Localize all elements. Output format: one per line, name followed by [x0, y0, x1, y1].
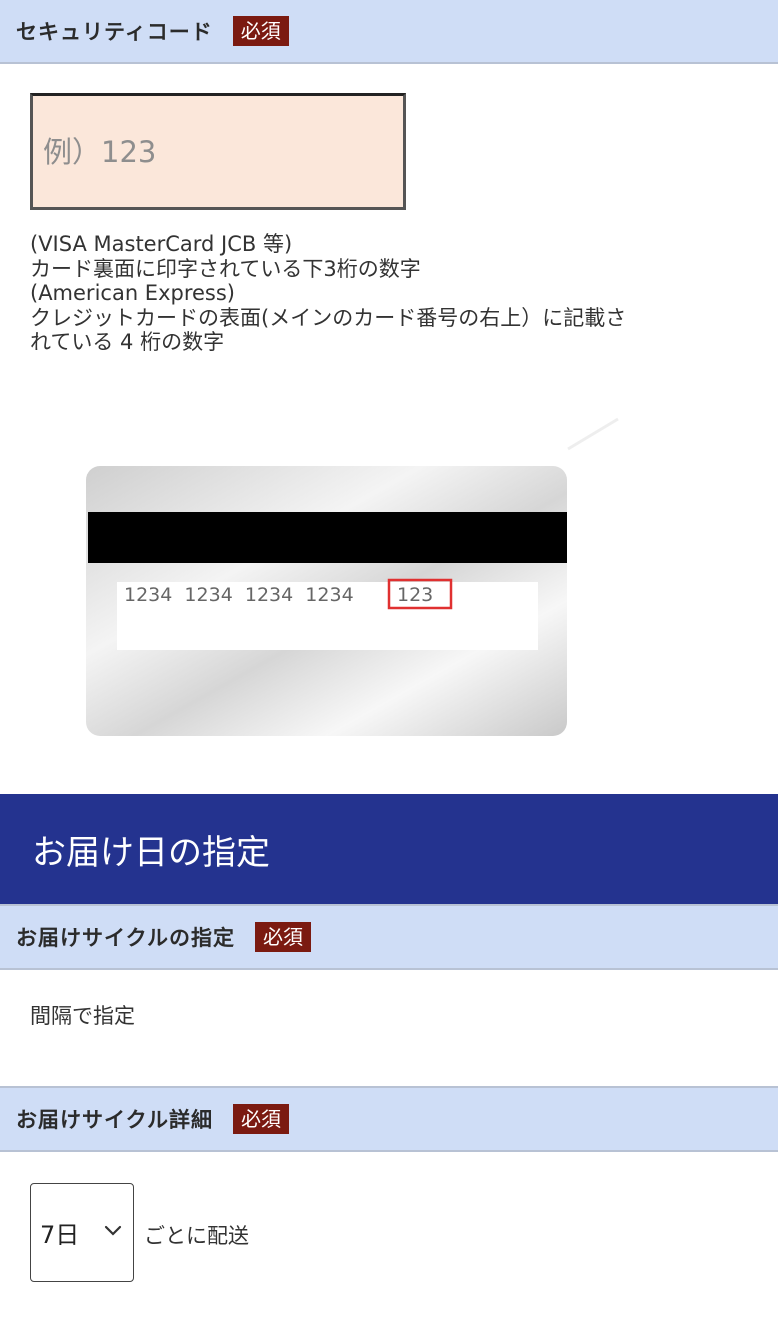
help-line-5: れている 4 桁の数字 [30, 330, 225, 354]
required-badge: 必須 [232, 1104, 289, 1134]
delivery-date-band: お届け日の指定 [0, 794, 778, 904]
security-code-title: セキュリティコード [16, 20, 213, 44]
delivery-cycle-detail-title: お届けサイクル詳細 [16, 1108, 213, 1132]
delivery-cycle-section: 間隔で指定 [0, 970, 778, 1086]
chevron-down-icon [104, 1225, 122, 1236]
security-code-help-text: (VISA MasterCard JCB 等) カード裏面に印字されている下3桁… [30, 232, 750, 355]
delivery-cycle-detail-header: お届けサイクル詳細 必須 [0, 1086, 778, 1152]
security-code-section: (VISA MasterCard JCB 等) カード裏面に印字されている下3桁… [0, 64, 778, 794]
security-code-input[interactable] [30, 93, 406, 210]
delivery-cycle-value: 間隔で指定 [30, 1004, 135, 1028]
required-badge: 必須 [254, 922, 311, 952]
delivery-interval-value: 7日 [40, 1221, 80, 1249]
delivery-interval-suffix: ごとに配送 [144, 1224, 249, 1248]
delivery-cycle-title: お届けサイクルの指定 [16, 926, 235, 950]
delivery-cycle-header: お届けサイクルの指定 必須 [0, 904, 778, 970]
credit-card-back-image: 1234 1234 1234 1234 123 [86, 417, 619, 736]
card-security-code-text: 123 [397, 584, 433, 606]
help-line-4: クレジットカードの表面(メインのカード番号の右上）に記載さ [30, 305, 627, 330]
magnetic-stripe [88, 512, 567, 563]
help-line-1: (VISA MasterCard JCB 等) [30, 232, 293, 256]
security-code-header: セキュリティコード 必須 [0, 0, 778, 64]
required-badge: 必須 [232, 16, 289, 46]
card-number-text: 1234 1234 1234 1234 [124, 584, 354, 606]
delivery-interval-select[interactable]: 7日 [30, 1183, 134, 1282]
help-line-3: (American Express) [30, 281, 235, 305]
delivery-date-title: お届け日の指定 [32, 832, 270, 873]
delivery-cycle-detail-section: 7日 ごとに配送 [0, 1152, 778, 1342]
card-back-illustration: 1234 1234 1234 1234 123 [78, 404, 638, 748]
help-line-2: カード裏面に印字されている下3桁の数字 [30, 256, 421, 281]
